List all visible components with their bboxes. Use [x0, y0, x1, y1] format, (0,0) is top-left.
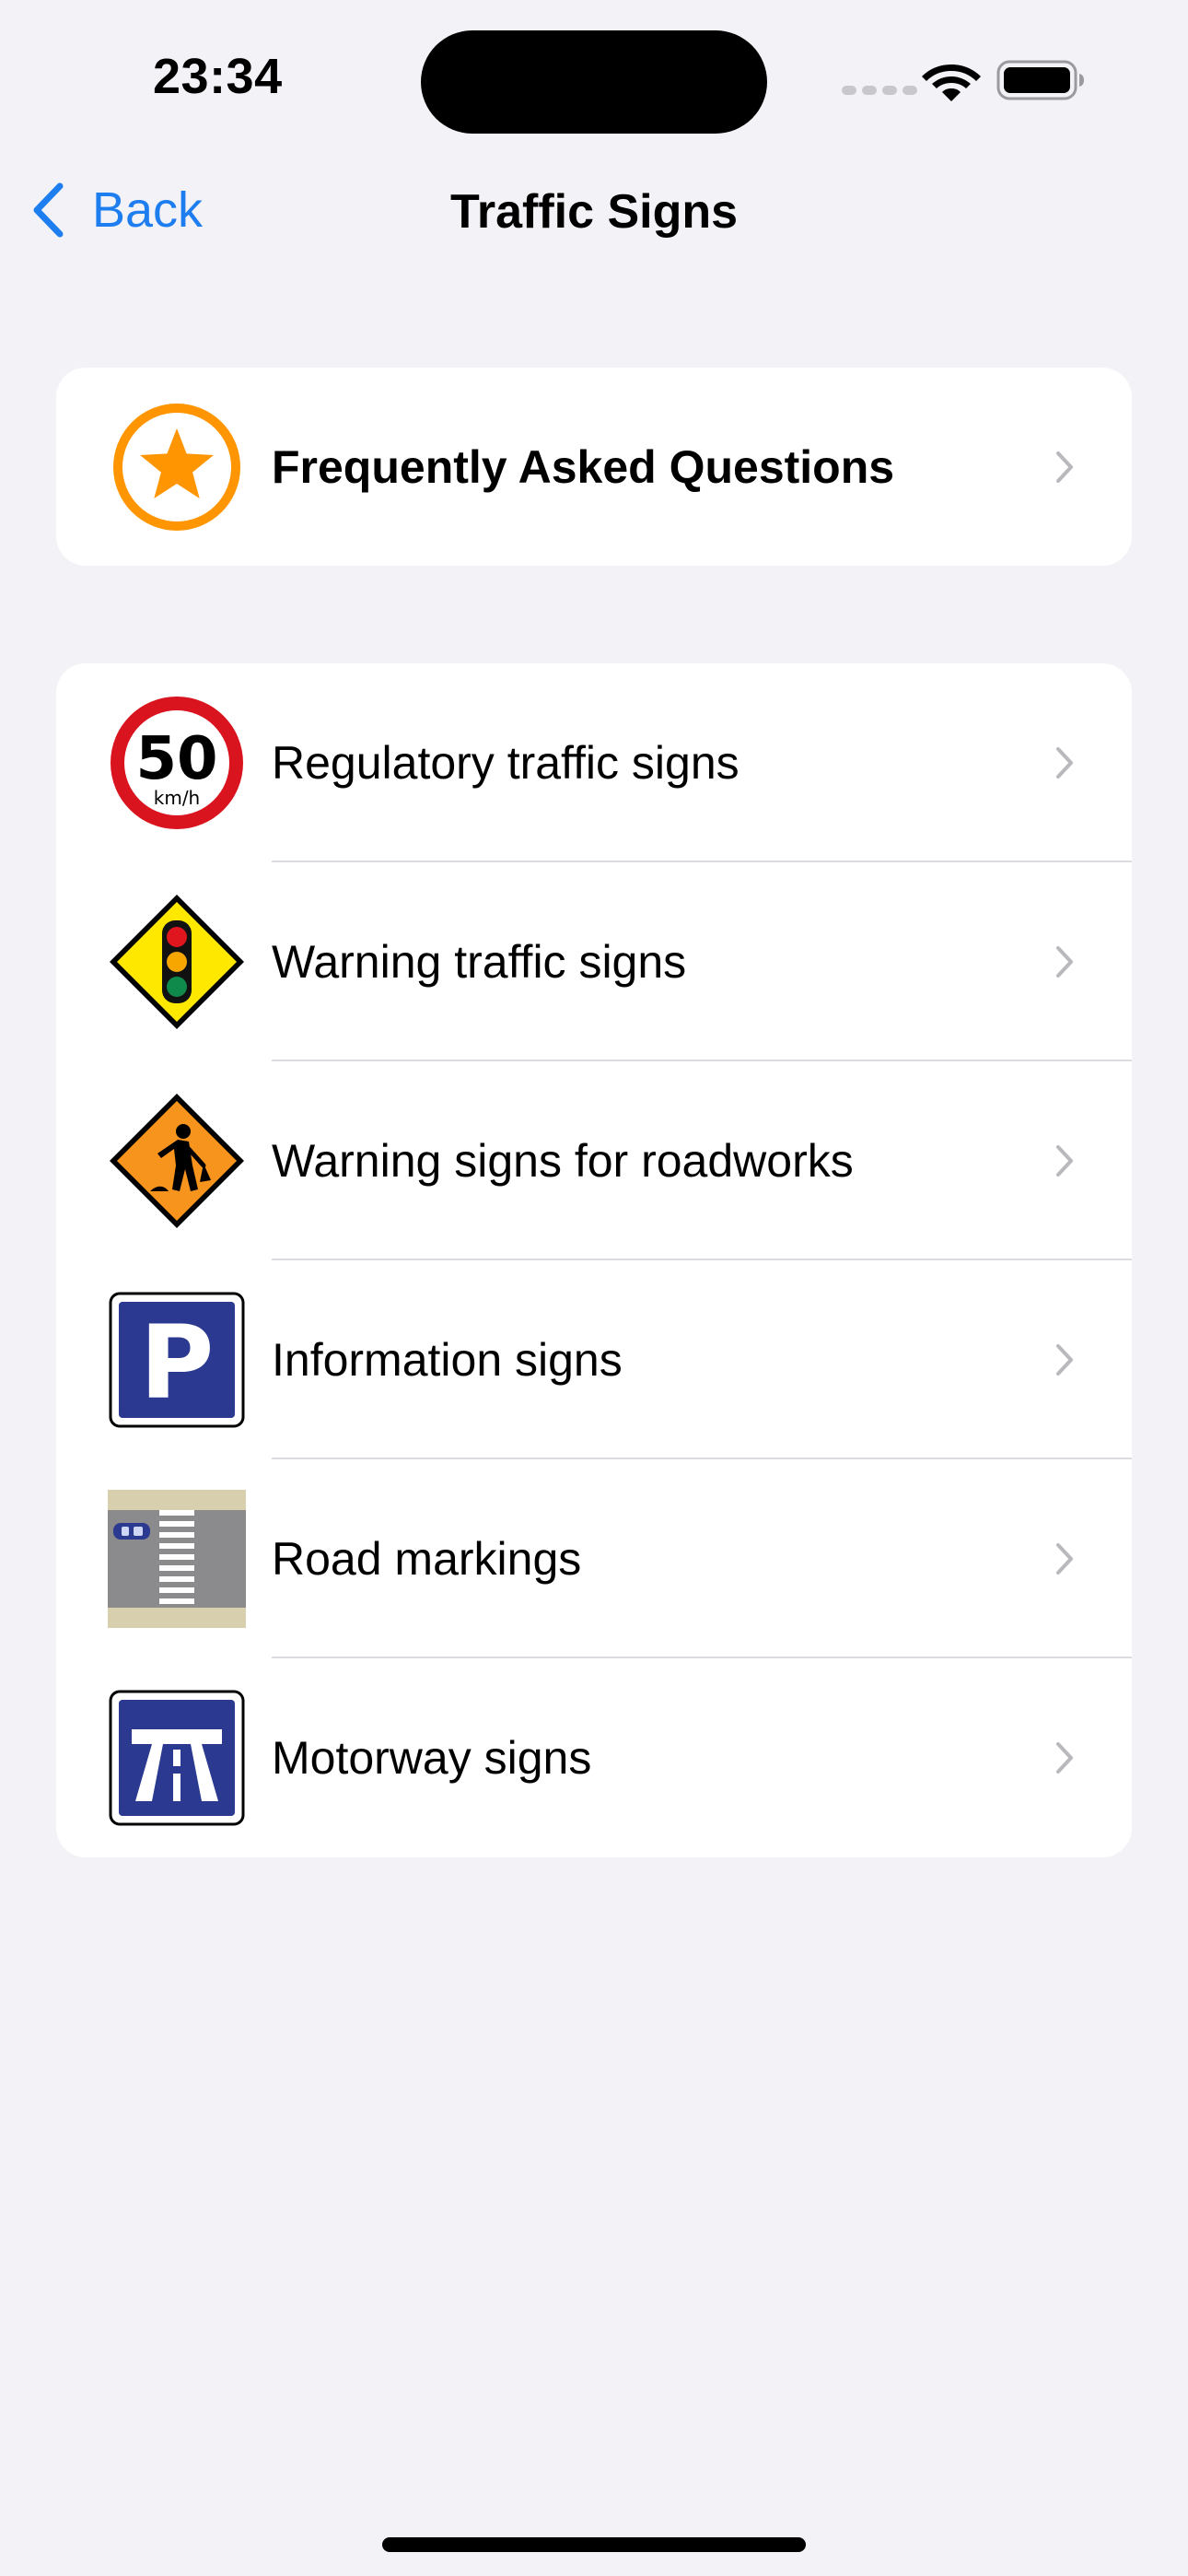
page-title: Traffic Signs — [449, 185, 739, 239]
roadworks-icon — [110, 1094, 244, 1228]
star-icon — [113, 404, 240, 531]
list-item-label: Warning signs for roadworks — [272, 1135, 854, 1187]
status-time: 23:34 — [153, 49, 283, 104]
navigation-bar: Back Traffic Signs — [0, 157, 1188, 263]
list-item-roadworks-signs[interactable]: Warning signs for roadworks — [56, 1061, 1132, 1260]
faq-card: Frequently Asked Questions — [56, 368, 1132, 566]
dynamic-island — [421, 30, 767, 134]
chevron-right-icon — [1056, 946, 1073, 978]
list-item-information-signs[interactable]: P Information signs — [56, 1260, 1132, 1459]
parking-letter: P — [140, 1304, 215, 1422]
chevron-right-icon — [1056, 1742, 1073, 1774]
home-indicator[interactable] — [382, 2537, 806, 2552]
speed-limit-number: 50 — [135, 725, 217, 793]
chevron-right-icon — [1056, 451, 1073, 483]
speed-limit-unit: km/h — [154, 787, 200, 809]
list-item-label: Motorway signs — [272, 1732, 592, 1784]
faq-label: Frequently Asked Questions — [272, 440, 895, 493]
list-item-regulatory-signs[interactable]: 50 km/h Regulatory traffic signs — [56, 663, 1132, 862]
list-item-road-markings[interactable]: Road markings — [56, 1459, 1132, 1658]
speed-limit-icon: 50 km/h — [111, 697, 243, 829]
list-item-label: Information signs — [272, 1334, 623, 1386]
battery-icon — [996, 60, 1084, 100]
road-markings-icon — [108, 1490, 246, 1628]
list-item-label: Warning traffic signs — [272, 936, 687, 988]
list-item-warning-signs[interactable]: Warning traffic signs — [56, 862, 1132, 1061]
categories-card: 50 km/h Regulatory traffic signs Warning… — [56, 663, 1132, 1857]
list-item-label: Regulatory traffic signs — [272, 737, 740, 789]
chevron-right-icon — [1056, 1145, 1073, 1177]
cellular-signal-icon — [842, 86, 917, 95]
list-item-label: Road markings — [272, 1533, 582, 1585]
chevron-right-icon — [1056, 1543, 1073, 1575]
list-item-motorway-signs[interactable]: Motorway signs — [56, 1658, 1132, 1857]
status-bar: 23:34 — [0, 0, 1188, 157]
parking-sign-icon: P — [109, 1292, 245, 1428]
chevron-right-icon — [1056, 1344, 1073, 1376]
motorway-sign-icon — [109, 1690, 245, 1826]
faq-row[interactable]: Frequently Asked Questions — [56, 368, 1132, 566]
wifi-icon — [922, 64, 981, 101]
traffic-light-warning-icon — [110, 895, 244, 1029]
chevron-right-icon — [1056, 747, 1073, 779]
